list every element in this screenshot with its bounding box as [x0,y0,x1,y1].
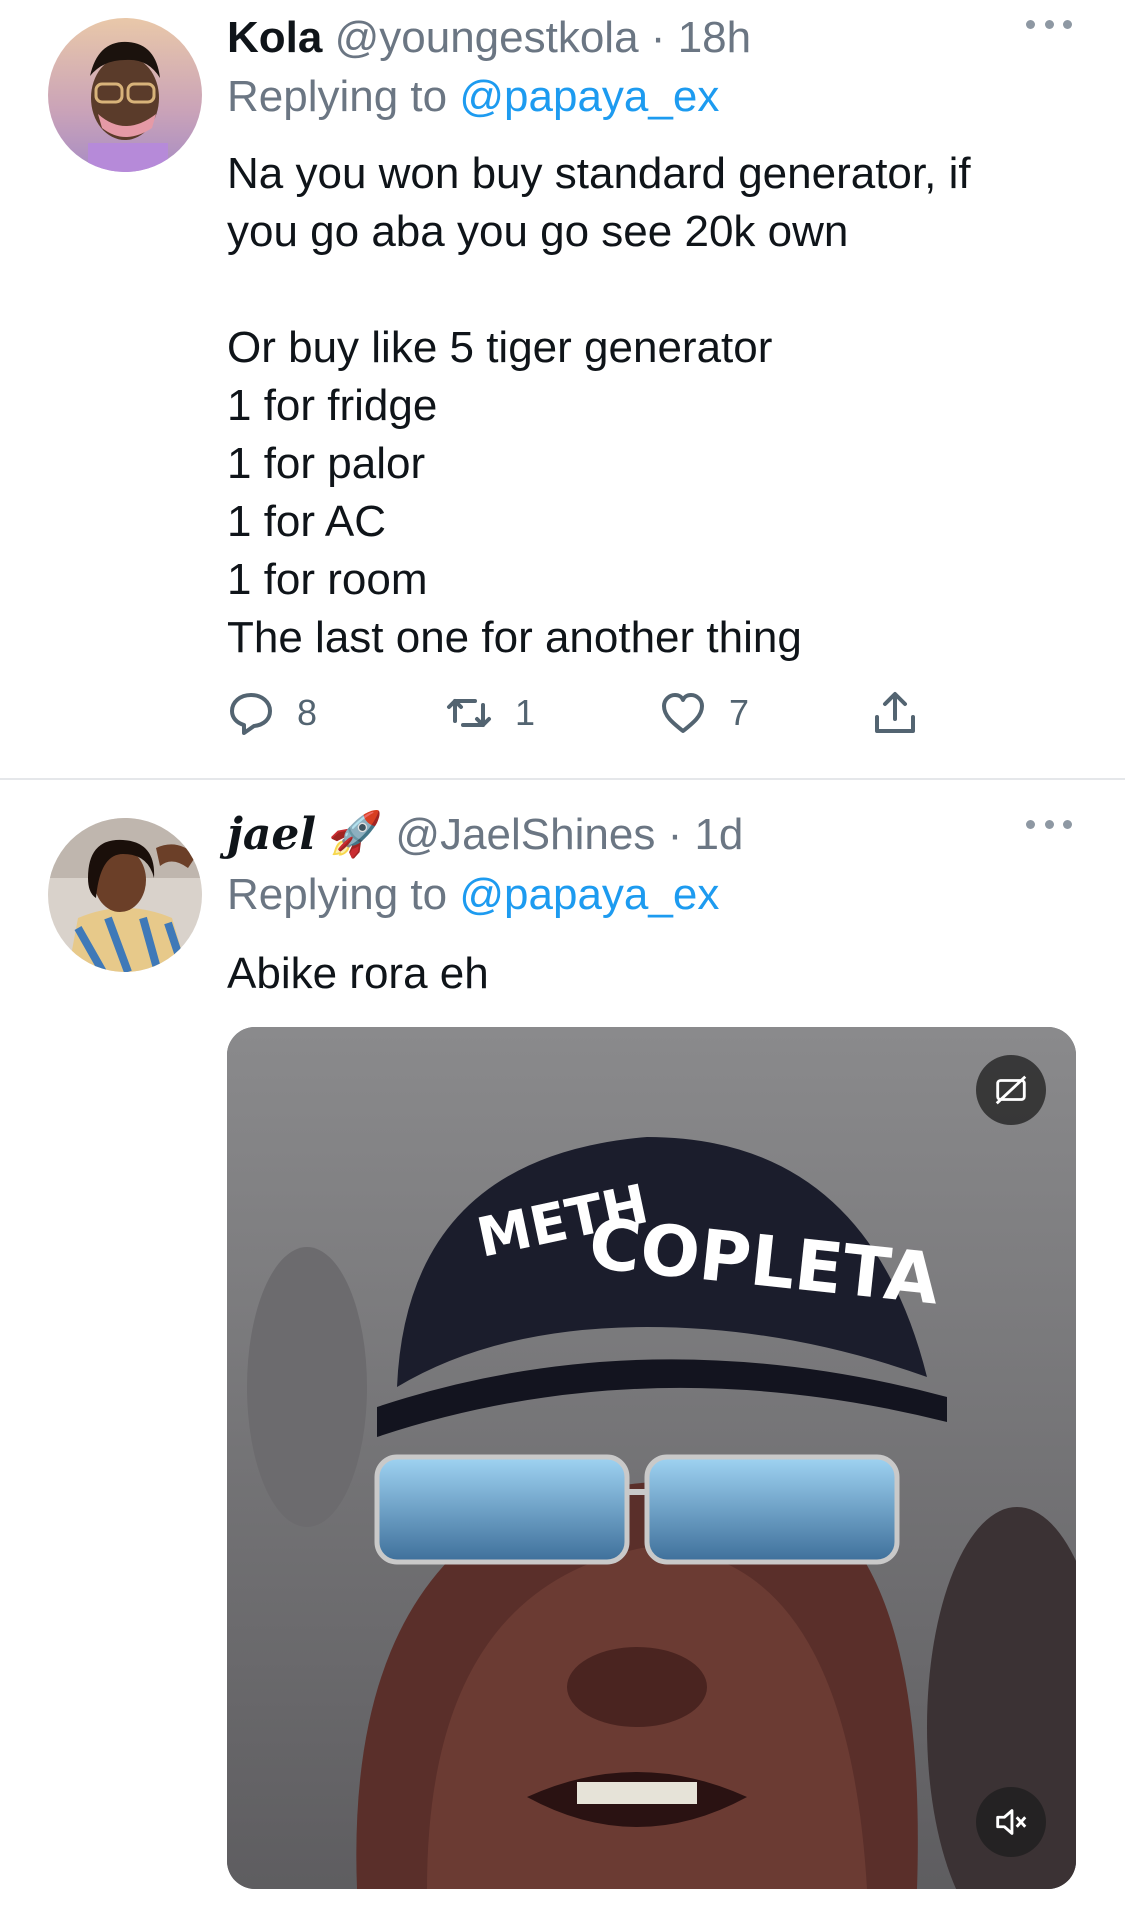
reply-count: 8 [297,692,318,733]
tweet-text-line: Or buy like 5 tiger generator [227,323,773,372]
avatar-jael-image [48,818,202,972]
like-button[interactable]: 7 [659,683,749,743]
display-name[interactable]: jael [227,809,316,860]
tweet-text-line: 1 for room [227,555,428,604]
tweet-text-line: 1 for fridge [227,381,438,430]
tweet-header: Kola @youngestkola · 18h [227,14,751,62]
timestamp[interactable]: 1d [694,810,743,859]
avatar-kola[interactable] [48,18,202,172]
captions-off-icon [995,1075,1027,1105]
tweet-text-line: Na you won buy standard generator, if [227,149,971,198]
replying-to-label: Replying to [227,870,448,919]
tweet-actions: 8 1 7 [227,683,947,743]
separator-dot: · [667,810,683,859]
captions-off-button[interactable] [976,1055,1046,1125]
replying-to-mention[interactable]: @papaya_ex [459,72,719,121]
retweet-icon [447,699,491,727]
reply-button[interactable]: 8 [227,683,317,743]
tweet-text-line: Abike rora eh [227,949,489,998]
more-dots-icon[interactable] [1026,814,1072,834]
replying-to: Replying to @papaya_ex [227,73,719,121]
display-name[interactable]: Kola [227,13,322,62]
timestamp[interactable]: 18h [678,13,751,62]
tweet-text: Na you won buy standard generator, if yo… [227,145,1087,667]
retweet-button[interactable]: 1 [445,683,535,743]
tweet-text-line [227,261,1087,319]
user-handle[interactable]: @JaelShines [395,810,655,859]
heart-icon [662,693,704,733]
speech-bubble-icon [230,693,272,735]
share-icon [875,692,915,733]
video-player[interactable]: COPLETA METH [227,1027,1076,1889]
tweet-header: jael 🚀 @JaelShines · 1d [227,811,743,859]
rocket-emoji: 🚀 [328,810,384,859]
mute-toggle-button[interactable] [976,1787,1046,1857]
tweet-text-line: The last one for another thing [227,613,802,662]
avatar-jael[interactable] [48,818,202,972]
tweet-text: Abike rora eh [227,945,1087,1003]
video-frame: COPLETA METH [227,1027,1076,1889]
replying-to-label: Replying to [227,72,448,121]
more-dots-icon[interactable] [1026,14,1072,34]
avatar-kola-image [48,18,202,172]
replying-to-mention[interactable]: @papaya_ex [459,870,719,919]
tweet-text-line: 1 for AC [227,497,386,546]
replying-to: Replying to @papaya_ex [227,871,719,919]
tweet-text-line: 1 for palor [227,439,426,488]
share-button[interactable] [871,683,919,743]
volume-muted-icon [996,1809,1027,1835]
retweet-count: 1 [515,692,536,733]
tweet-divider [0,778,1125,780]
like-count: 7 [729,692,750,733]
separator-dot: · [650,13,666,62]
user-handle[interactable]: @youngestkola [335,13,639,62]
tweet-text-line: you go aba you go see 20k own [227,207,849,256]
